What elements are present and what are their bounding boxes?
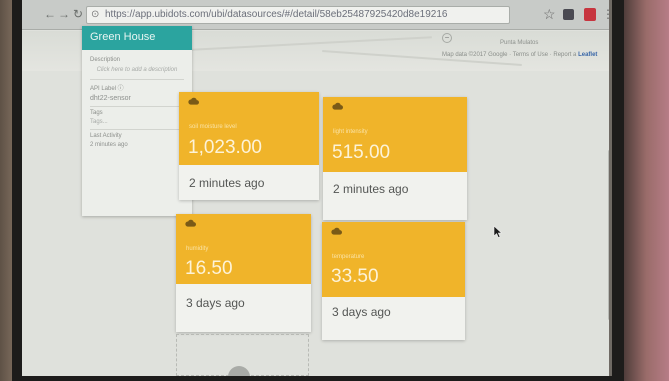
last-activity-value: 2 minutes ago [90,142,128,148]
variable-card-header: temperature 33.50 [322,222,465,297]
scrollbar[interactable] [608,150,609,320]
variable-card-header: soil moisture level 1,023.00 [179,92,319,165]
menu-icon[interactable]: ⋮ [602,7,609,23]
map-attribution-text: Map data ©2017 Google · Terms of Use · R… [442,52,577,58]
monitor-screen: ← → ↻ ⊙ https://app.ubidots.com/ubi/data… [22,0,612,376]
leaflet-link[interactable]: Leaflet [578,52,597,58]
last-activity-field: Last Activity 2 minutes ago [82,125,192,148]
description-placeholder[interactable]: Click here to add a description [90,66,184,75]
variable-value: 16.50 [185,258,233,279]
variable-value: 33.50 [331,266,379,287]
variable-card-humidity[interactable]: humidity 16.50 3 days ago [176,214,311,332]
api-label-value[interactable]: dht22-sensor [90,95,184,102]
background-objects [619,0,669,381]
extension-icon[interactable] [563,9,574,20]
url-text: https://app.ubidots.com/ubi/datasources/… [105,9,448,20]
variable-last-update: 2 minutes ago [333,182,409,196]
api-label-title: API Label ⓘ [90,79,184,92]
cloud-icon [185,219,196,227]
tags-field: Tags Tags... [82,102,192,125]
cloud-icon [331,227,342,235]
variable-card-soil-moisture[interactable]: soil moisture level 1,023.00 2 minutes a… [179,92,319,200]
variable-card-header: humidity 16.50 [176,214,311,284]
description-label: Description [90,57,121,63]
variable-name: light intensity [333,129,368,135]
reload-icon[interactable]: ↻ [72,8,84,20]
variable-card-header: light intensity 515.00 [323,97,467,172]
variable-card-light-intensity[interactable]: light intensity 515.00 2 minutes ago [323,97,467,220]
back-icon[interactable]: ← [44,8,56,20]
map-road [172,36,432,52]
map-attribution: Map data ©2017 Google · Terms of Use · R… [442,52,597,58]
star-icon[interactable]: ☆ [543,7,557,21]
api-label-field: API Label ⓘ dht22-sensor [82,75,192,102]
cloud-icon [332,102,343,110]
extension-icon[interactable] [584,8,596,21]
map-place-label: Punta Mulatos [500,40,539,46]
variable-last-update: 2 minutes ago [189,176,265,190]
variable-name: soil moisture level [189,124,237,130]
description-field: Description Click here to add a descript… [82,50,192,75]
tags-label: Tags [90,106,184,116]
variable-value: 515.00 [332,142,391,163]
variable-name: humidity [186,246,209,252]
cloud-icon [188,97,199,105]
variable-card-temperature[interactable]: temperature 33.50 3 days ago [322,222,465,340]
device-name[interactable]: Green House [82,26,192,50]
map-zoom-icon[interactable]: − [442,33,452,43]
forward-icon[interactable]: → [58,8,70,20]
variable-last-update: 3 days ago [332,305,391,319]
mouse-cursor-icon [493,225,503,239]
variable-value: 1,023.00 [188,137,262,158]
variable-name: temperature [332,254,365,260]
lock-icon: ⊙ [91,9,100,20]
variable-last-update: 3 days ago [186,296,245,310]
address-bar[interactable]: ⊙ https://app.ubidots.com/ubi/datasource… [86,6,510,24]
device-sidebar: Green House Description Click here to ad… [82,26,192,216]
last-activity-label: Last Activity [90,129,184,139]
